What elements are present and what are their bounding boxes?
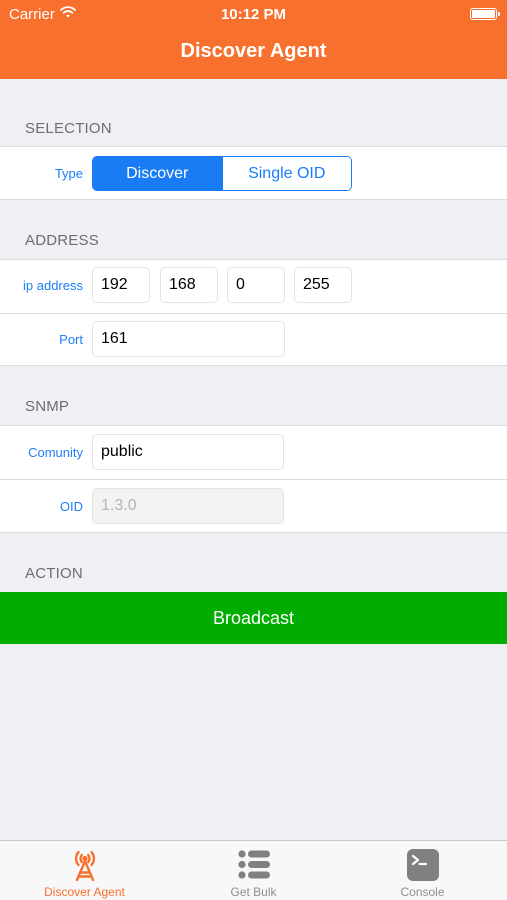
page-title: Discover Agent — [180, 40, 327, 62]
oid-field[interactable]: 1.3.0 — [92, 488, 284, 524]
tab-label: Console — [400, 885, 445, 899]
section-header-action: ACTION — [25, 565, 83, 582]
ip-octet-2-field[interactable]: 168 — [160, 267, 218, 303]
broadcast-button[interactable]: Broadcast — [0, 592, 507, 644]
segment-single-oid[interactable]: Single OID — [221, 157, 351, 190]
tab-label: Discover Agent — [44, 885, 125, 899]
tab-bar: Discover Agent Get Bulk Console — [0, 840, 507, 900]
tab-console[interactable]: Console — [338, 841, 507, 900]
antenna-icon — [74, 850, 95, 882]
battery-icon — [470, 8, 500, 20]
ip-octet-3-field[interactable]: 0 — [227, 267, 285, 303]
snmp-group: Comunity public OID 1.3.0 — [0, 425, 507, 533]
tab-get-bulk[interactable]: Get Bulk — [169, 841, 338, 900]
ip-octet-1-field[interactable]: 192 — [92, 267, 150, 303]
tab-discover-agent[interactable]: Discover Agent — [0, 841, 169, 900]
section-header-snmp: SNMP — [25, 398, 70, 415]
section-header-address: ADDRESS — [25, 232, 99, 249]
segment-discover[interactable]: Discover — [93, 157, 222, 190]
port-label: Port — [59, 332, 83, 347]
terminal-icon — [406, 849, 439, 881]
port-field[interactable]: 161 — [92, 321, 285, 357]
ip-address-row: ip address 192 168 0 255 — [0, 260, 507, 313]
type-label: Type — [54, 166, 83, 181]
type-row: Type Discover Single OID — [0, 147, 507, 200]
type-segmented-control: Discover Single OID — [92, 156, 352, 191]
status-time: 10:12 PM — [220, 6, 287, 23]
community-row: Comunity public — [0, 426, 507, 479]
selection-group: Type Discover Single OID — [0, 146, 507, 200]
oid-row: OID 1.3.0 — [0, 480, 507, 533]
status-bar: Carrier 10:12 PM — [0, 0, 507, 28]
list-icon — [237, 850, 270, 879]
navigation-header: Carrier 10:12 PM Discover Agent — [0, 0, 507, 79]
address-group: ip address 192 168 0 255 Port 161 — [0, 259, 507, 366]
ip-octet-4-field[interactable]: 255 — [294, 267, 352, 303]
port-row: Port 161 — [0, 314, 507, 366]
ip-address-label: ip address — [23, 278, 83, 293]
tab-label: Get Bulk — [230, 885, 277, 899]
community-field[interactable]: public — [92, 434, 284, 470]
community-label: Comunity — [28, 445, 83, 460]
section-header-selection: SELECTION — [25, 120, 112, 137]
oid-label: OID — [59, 499, 83, 514]
